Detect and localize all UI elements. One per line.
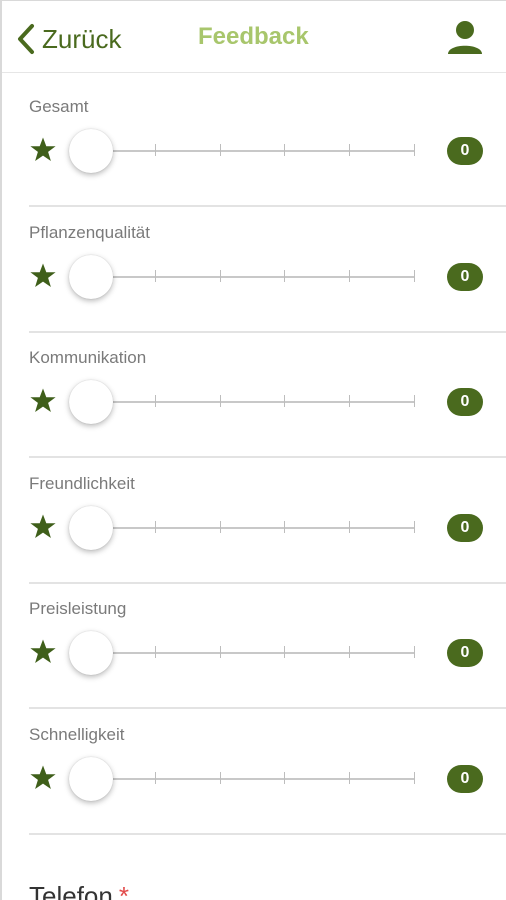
slider-tick <box>349 269 351 282</box>
rating-section: Pflanzenqualität 0 <box>29 207 506 333</box>
back-button[interactable]: Zurück <box>14 21 121 57</box>
slider-tick <box>349 395 351 407</box>
rating-slider-track[interactable] <box>91 269 415 282</box>
star-icon <box>30 263 56 287</box>
slider-tick <box>414 269 415 282</box>
rating-label: Gesamt <box>29 97 89 116</box>
slider-tick <box>414 771 415 784</box>
slider-tick <box>284 144 286 156</box>
rating-value-badge: 0 <box>447 262 483 291</box>
rating-slider-track[interactable] <box>91 771 415 784</box>
slider-tick <box>284 395 286 407</box>
phone-label-text: Telefon <box>29 881 113 900</box>
slider-tick <box>284 520 286 533</box>
slider-tick <box>414 520 415 533</box>
slider-tick <box>154 771 156 784</box>
slider-tick <box>349 646 351 658</box>
slider-tick <box>414 646 415 658</box>
rating-section: Freundlichkeit 0 <box>29 458 506 584</box>
user-icon <box>448 21 482 54</box>
star-icon <box>30 388 56 412</box>
slider-tick <box>154 269 156 282</box>
star-icon <box>30 514 56 538</box>
rating-value-badge: 0 <box>447 137 483 165</box>
rating-slider-track[interactable] <box>91 395 415 407</box>
page-title: Feedback <box>198 23 309 50</box>
rating-slider-thumb[interactable] <box>69 129 113 173</box>
slider-tick <box>219 144 221 156</box>
rating-label: Freundlichkeit <box>29 473 135 493</box>
feedback-screen: Zurück Feedback Gesamt 0 Pflanzenqualität 0… <box>0 0 506 900</box>
phone-field-label: Telefon * <box>29 881 129 900</box>
rating-slider-track[interactable] <box>91 646 415 658</box>
slider-tick <box>154 144 156 156</box>
rating-value-badge: 0 <box>447 764 483 793</box>
slider-tick <box>154 646 156 658</box>
rating-value-badge: 0 <box>447 639 483 667</box>
slider-tick <box>219 395 221 407</box>
rating-section: Kommunikation 0 <box>29 332 506 458</box>
rating-slider-track[interactable] <box>91 144 415 156</box>
slider-tick <box>349 771 351 784</box>
rating-slider-thumb[interactable] <box>69 254 113 299</box>
slider-tick <box>414 144 415 156</box>
slider-tick <box>219 520 221 533</box>
slider-tick <box>284 771 286 784</box>
required-marker: * <box>118 881 129 900</box>
rating-label: Schnelligkeit <box>29 724 125 744</box>
rating-slider-thumb[interactable] <box>69 505 113 550</box>
rating-label: Kommunikation <box>29 348 147 367</box>
rating-section: Preisleistung 0 <box>29 583 506 709</box>
slider-tick <box>154 520 156 533</box>
rating-value-badge: 0 <box>447 388 483 416</box>
slider-tick <box>219 771 221 784</box>
star-icon <box>30 137 56 161</box>
star-icon <box>30 765 56 789</box>
rating-slider-thumb[interactable] <box>69 756 113 801</box>
slider-tick <box>154 395 156 407</box>
rating-value-badge: 0 <box>447 513 483 542</box>
slider-tick <box>349 520 351 533</box>
back-label: Zurück <box>42 23 122 54</box>
rating-section: Schnelligkeit 0 <box>29 709 506 835</box>
slider-tick <box>284 269 286 282</box>
user-button[interactable] <box>444 17 486 59</box>
header-bar: Zurück Feedback <box>2 1 506 73</box>
rating-slider-track[interactable] <box>91 520 415 533</box>
rating-label: Preisleistung <box>29 599 127 618</box>
slider-tick <box>349 144 351 156</box>
rating-slider-thumb[interactable] <box>69 631 113 675</box>
rating-slider-thumb[interactable] <box>69 380 113 424</box>
slider-tick <box>219 646 221 658</box>
rating-label: Pflanzenqualität <box>29 222 150 242</box>
chevron-left-icon <box>18 24 34 54</box>
slider-tick <box>284 646 286 658</box>
slider-tick <box>219 269 221 282</box>
rating-section: Gesamt 0 <box>29 81 506 207</box>
slider-tick <box>414 395 415 407</box>
star-icon <box>30 639 56 663</box>
